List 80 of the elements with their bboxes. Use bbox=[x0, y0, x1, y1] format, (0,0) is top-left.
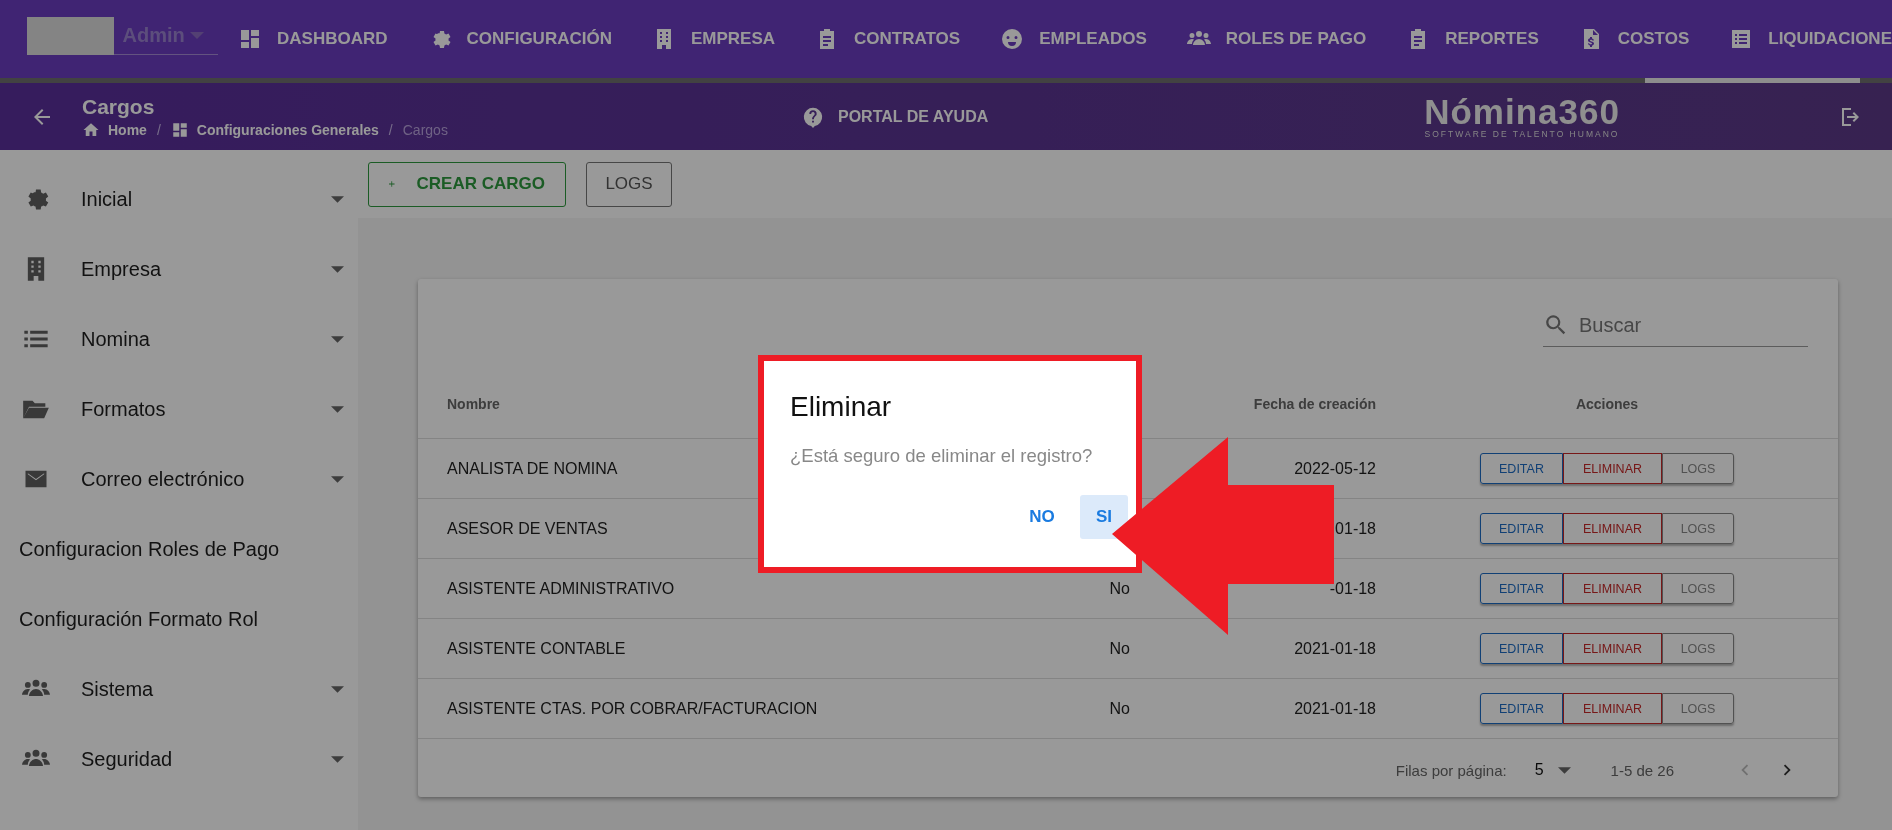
breadcrumb-separator: / bbox=[388, 121, 393, 138]
edit-button[interactable]: EDITAR bbox=[1480, 573, 1563, 604]
sidebar-item[interactable]: Formatos bbox=[0, 374, 358, 444]
help-portal-link[interactable]: PORTAL DE AYUDA bbox=[802, 105, 1402, 128]
nav-item[interactable]: CONFIGURACIÓN bbox=[427, 27, 612, 51]
logs-button[interactable]: LOGS bbox=[1662, 453, 1734, 484]
column-header: Acciones bbox=[1574, 396, 1640, 412]
nav-item[interactable]: REPORTES bbox=[1406, 27, 1539, 51]
dashboard-icon bbox=[170, 120, 189, 139]
sidebar-item[interactable]: Configuracion Roles de Pago bbox=[0, 514, 358, 584]
search-field[interactable]: Buscar bbox=[1577, 312, 1781, 338]
scrollbar[interactable] bbox=[0, 78, 1892, 83]
caret-icon bbox=[1557, 766, 1571, 774]
face-icon bbox=[1000, 27, 1025, 51]
table-cell: ASISTENTE ADMINISTRATIVO bbox=[447, 579, 675, 597]
table-cell: ASISTENTE CONTABLE bbox=[447, 639, 626, 657]
sidebar-item[interactable]: Sistema bbox=[0, 654, 358, 724]
caret-icon bbox=[331, 195, 344, 203]
breadcrumb-link[interactable]: Cargos bbox=[402, 121, 448, 138]
edit-button[interactable]: EDITAR bbox=[1480, 693, 1563, 724]
sidebar-item[interactable]: Inicial bbox=[0, 164, 358, 234]
delete-button[interactable]: ELIMINAR bbox=[1563, 453, 1662, 484]
caret-icon bbox=[331, 685, 344, 693]
dialog-message: ¿Está seguro de eliminar el registro? bbox=[790, 445, 1094, 467]
logs-button[interactable]: LOGS bbox=[1662, 513, 1734, 544]
rows-per-page-label: Filas por página: bbox=[1395, 761, 1507, 779]
logs-button[interactable]: LOGS bbox=[586, 161, 672, 207]
dialog-title: Eliminar bbox=[790, 391, 893, 423]
nav-item[interactable]: EMPRESA bbox=[651, 27, 776, 51]
rows-per-page-select[interactable]: 5 bbox=[1534, 761, 1571, 779]
nav-item[interactable]: CONTRATOS bbox=[815, 27, 961, 51]
nav-item[interactable]: LIQUIDACIONE bbox=[1729, 27, 1892, 51]
breadcrumb-separator: / bbox=[156, 121, 161, 138]
nav-item[interactable]: ROLES DE PAGO bbox=[1186, 27, 1367, 51]
caret-icon bbox=[331, 755, 344, 763]
sidebar-item[interactable]: Configuración Formato Rol bbox=[0, 584, 358, 654]
table-cell: ASISTENTE CTAS. POR COBRAR/FACTURACION bbox=[447, 699, 818, 717]
delete-button[interactable]: ELIMINAR bbox=[1563, 633, 1662, 664]
logo-wordmark: Nómina360 bbox=[1424, 94, 1620, 129]
caret-icon bbox=[331, 335, 344, 343]
edit-button[interactable]: EDITAR bbox=[1480, 513, 1563, 544]
sidebar-item[interactable]: Empresa bbox=[0, 234, 358, 304]
logs-button[interactable]: LOGS bbox=[1662, 633, 1734, 664]
yes-button[interactable]: SI bbox=[1080, 495, 1128, 539]
delete-button[interactable]: ELIMINAR bbox=[1563, 513, 1662, 544]
table-cell: -01-18 bbox=[1329, 579, 1376, 597]
breadcrumb-link[interactable]: Home bbox=[108, 121, 147, 138]
caret-icon bbox=[331, 265, 344, 273]
no-button[interactable]: NO bbox=[1018, 495, 1066, 539]
nav-item[interactable]: COSTOS bbox=[1578, 27, 1690, 51]
sidebar-item[interactable]: Correo electrónico bbox=[0, 444, 358, 514]
logs-button[interactable]: LOGS bbox=[1662, 693, 1734, 724]
logo-tagline: SOFTWARE DE TALENTO HUMANO bbox=[1424, 129, 1620, 139]
sidebar-item[interactable]: Nomina bbox=[0, 304, 358, 374]
table-cell: No bbox=[1109, 579, 1130, 597]
caret-icon bbox=[190, 32, 204, 39]
sidebar-item[interactable]: Seguridad bbox=[0, 724, 358, 794]
delete-button[interactable]: ELIMINAR bbox=[1563, 573, 1662, 604]
logs-button[interactable]: LOGS bbox=[1662, 573, 1734, 604]
table-cell: 2022-05-12 bbox=[1294, 459, 1376, 477]
page-title: Cargos bbox=[82, 94, 156, 119]
caret-icon bbox=[331, 475, 344, 483]
table-cell: ANALISTA DE NOMINA bbox=[447, 459, 618, 477]
delete-button[interactable]: ELIMINAR bbox=[1563, 693, 1662, 724]
nav-item[interactable]: EMPLEADOS bbox=[1000, 27, 1147, 51]
table-cell: 2021-01-18 bbox=[1294, 699, 1376, 717]
edit-button[interactable]: EDITAR bbox=[1480, 633, 1563, 664]
edit-button[interactable]: EDITAR bbox=[1480, 453, 1563, 484]
help-icon bbox=[802, 105, 824, 128]
table-cell: ASESOR DE VENTAS bbox=[447, 519, 608, 537]
table-cell: 01-18 bbox=[1335, 519, 1376, 537]
page-range: 1-5 de 26 bbox=[1610, 761, 1674, 779]
table-cell: No bbox=[1109, 639, 1130, 657]
nav-item[interactable]: DASHBOARD bbox=[238, 27, 388, 51]
create-button[interactable]: CREAR CARGO bbox=[368, 161, 566, 207]
breadcrumb-link[interactable]: Configuraciones Generales bbox=[196, 121, 379, 138]
dashboard-icon bbox=[238, 27, 262, 51]
caret-icon bbox=[331, 405, 344, 413]
table-cell: 2021-01-18 bbox=[1294, 639, 1376, 657]
table-cell: No bbox=[1109, 699, 1130, 717]
